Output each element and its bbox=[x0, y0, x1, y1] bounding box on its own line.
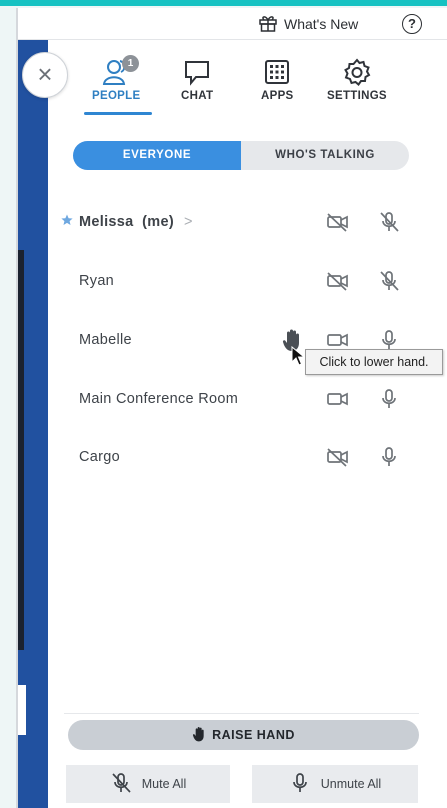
mic-off-icon bbox=[110, 772, 132, 797]
close-panel-button[interactable]: × bbox=[22, 52, 68, 98]
mic-on-icon bbox=[289, 772, 311, 797]
whats-new-button[interactable]: What's New bbox=[258, 8, 358, 40]
tab-settings[interactable]: SETTINGS bbox=[327, 54, 387, 102]
settings-icon bbox=[342, 54, 372, 90]
chat-icon bbox=[182, 54, 212, 90]
footer-divider bbox=[64, 713, 419, 714]
participant-name-text: Melissa bbox=[79, 214, 134, 230]
participant-name: Mabelle bbox=[79, 332, 132, 348]
gift-icon bbox=[258, 14, 278, 35]
filter-whos-talking-button[interactable]: WHO'S TALKING bbox=[241, 141, 409, 170]
video-off-icon[interactable] bbox=[326, 270, 350, 297]
window-top-border bbox=[0, 0, 447, 6]
raise-hand-label: RAISE HAND bbox=[212, 728, 295, 742]
participant-me-label: (me) bbox=[142, 214, 174, 230]
people-count-badge: 1 bbox=[122, 55, 139, 72]
star-icon bbox=[61, 213, 73, 231]
chevron-right-icon[interactable]: > bbox=[184, 214, 193, 230]
participant-row[interactable]: Melissa (me) > bbox=[48, 193, 447, 251]
tab-chat-label: CHAT bbox=[181, 90, 214, 102]
mute-all-button[interactable]: Mute All bbox=[66, 765, 230, 803]
mute-all-label: Mute All bbox=[141, 777, 187, 791]
mouse-cursor-icon bbox=[291, 345, 306, 371]
mic-off-icon[interactable] bbox=[378, 211, 400, 238]
people-filter-toggle: EVERYONE WHO'S TALKING bbox=[73, 141, 409, 170]
participant-row[interactable]: Cargo bbox=[48, 428, 447, 486]
video-off-icon[interactable] bbox=[326, 211, 350, 238]
apps-icon bbox=[263, 54, 291, 90]
help-icon[interactable]: ? bbox=[402, 14, 422, 34]
background-content-dark bbox=[18, 250, 24, 650]
lower-hand-tooltip: Click to lower hand. bbox=[305, 349, 443, 375]
mic-off-icon[interactable] bbox=[378, 270, 400, 297]
active-tab-indicator bbox=[84, 112, 152, 115]
mic-on-icon[interactable] bbox=[378, 446, 400, 473]
participant-name: Ryan bbox=[79, 273, 115, 289]
participant-row[interactable]: Main Conference Room bbox=[48, 370, 447, 428]
tab-settings-label: SETTINGS bbox=[327, 90, 387, 102]
top-bar bbox=[18, 8, 447, 40]
video-off-icon[interactable] bbox=[326, 446, 350, 473]
participant-name: Melissa (me) > bbox=[79, 193, 193, 251]
unmute-all-label: Unmute All bbox=[320, 777, 382, 791]
tab-people-label: PEOPLE bbox=[92, 90, 141, 102]
whats-new-label: What's New bbox=[284, 16, 359, 32]
video-on-icon[interactable] bbox=[326, 388, 350, 415]
unmute-all-button[interactable]: Unmute All bbox=[252, 765, 418, 803]
participant-name: Cargo bbox=[79, 449, 120, 465]
hand-icon bbox=[192, 726, 206, 745]
filter-everyone-button[interactable]: EVERYONE bbox=[73, 141, 241, 170]
tab-apps[interactable]: APPS bbox=[261, 54, 294, 102]
background-content-light bbox=[18, 685, 26, 735]
participant-name: Main Conference Room bbox=[79, 391, 239, 407]
raise-hand-button[interactable]: RAISE HAND bbox=[68, 720, 419, 750]
mic-on-icon[interactable] bbox=[378, 388, 400, 415]
participant-row[interactable]: Ryan bbox=[48, 252, 447, 310]
tab-apps-label: APPS bbox=[261, 90, 294, 102]
tab-chat[interactable]: CHAT bbox=[181, 54, 213, 102]
